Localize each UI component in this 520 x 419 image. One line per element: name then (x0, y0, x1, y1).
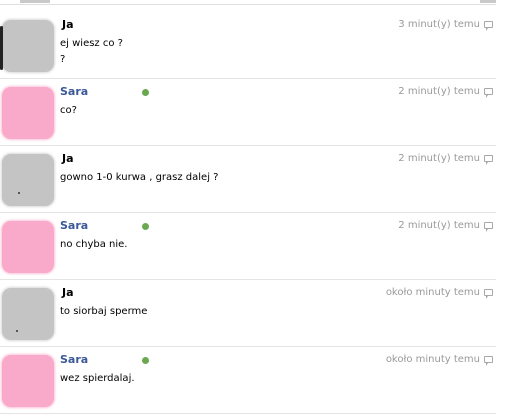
online-status-icon (142, 89, 149, 96)
reply-icon[interactable] (484, 222, 493, 232)
message-timestamp: 2 minut(y) temu (398, 86, 480, 97)
avatar-ja[interactable] (2, 154, 54, 206)
message-item: Sara wez spierdalaj. około minuty temu (0, 347, 496, 414)
message-item: Ja to siorbaj sperme około minuty temu (0, 280, 496, 347)
message-timestamp: 2 minut(y) temu (398, 220, 480, 231)
message-item: Ja gowno 1-0 kurwa , grasz dalej ? 2 min… (0, 146, 496, 213)
message-author[interactable]: Ja (62, 286, 74, 299)
message-text: gowno 1-0 kurwa , grasz dalej ? (60, 172, 219, 183)
avatar-sara[interactable] (2, 87, 54, 139)
avatar-sara[interactable] (2, 221, 54, 273)
message-author[interactable]: Sara (60, 353, 88, 366)
message-author[interactable]: Ja (62, 18, 74, 31)
message-text: no chyba nie. (60, 239, 128, 250)
message-thread: Ja ej wiesz co ? ? 3 minut(y) temu Sara … (0, 0, 520, 419)
reply-icon[interactable] (484, 356, 493, 366)
reply-icon[interactable] (484, 88, 493, 98)
avatar-ja[interactable] (2, 288, 54, 340)
message-item: Sara co? 2 minut(y) temu (0, 79, 496, 146)
online-status-icon (142, 357, 149, 364)
online-status-icon (142, 223, 149, 230)
message-text: to siorbaj sperme (60, 306, 148, 317)
avatar-ja[interactable] (0, 20, 54, 72)
avatar-sara[interactable] (2, 355, 54, 407)
reply-icon[interactable] (484, 155, 493, 165)
message-author[interactable]: Sara (60, 219, 88, 232)
message-timestamp: około minuty temu (385, 354, 480, 365)
message-text: ? (60, 54, 66, 65)
message-timestamp: 3 minut(y) temu (398, 19, 480, 30)
message-author[interactable]: Sara (60, 85, 88, 98)
reply-icon[interactable] (484, 21, 493, 31)
reply-icon[interactable] (484, 289, 493, 299)
message-author[interactable]: Ja (62, 152, 74, 165)
message-text: wez spierdalaj. (60, 373, 135, 384)
previous-message-edge (0, 0, 496, 5)
message-item: Ja ej wiesz co ? ? 3 minut(y) temu (0, 12, 496, 79)
message-timestamp: 2 minut(y) temu (398, 153, 480, 164)
message-text: ej wiesz co ? (60, 38, 123, 49)
message-timestamp: około minuty temu (385, 287, 480, 298)
message-item: Sara no chyba nie. 2 minut(y) temu (0, 213, 496, 280)
message-text: co? (60, 105, 77, 116)
